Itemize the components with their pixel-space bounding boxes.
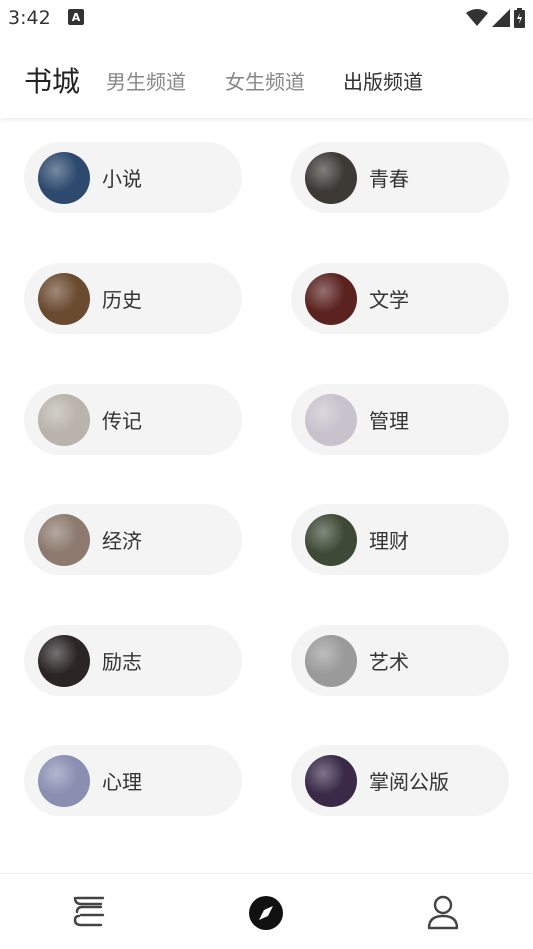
profile-icon [427,895,459,930]
top-header: 书城 男生频道 女生频道 出版频道 [0,36,533,118]
category-youth[interactable]: 青春 [291,142,509,213]
category-biography[interactable]: 传记 [24,384,242,455]
tab-bookstore[interactable]: 书城 [24,60,80,100]
category-label: 小说 [102,167,142,191]
category-grid: 小说 青春 历史 文学 传记 管理 经济 理财 励志 艺术 心理 掌阅公版 [0,119,533,873]
category-label: 励志 [102,650,142,674]
nav-discover[interactable] [248,894,284,932]
battery-icon [514,8,525,28]
status-time: 3:42 [8,7,51,29]
category-inspiration[interactable]: 励志 [24,625,242,696]
category-novel[interactable]: 小说 [24,142,242,213]
category-art[interactable]: 艺术 [291,625,509,696]
tab-female-channel[interactable]: 女生频道 [225,66,305,95]
compass-icon [249,896,283,930]
category-economy[interactable]: 经济 [24,504,242,575]
status-icons [466,7,525,29]
category-label: 掌阅公版 [369,770,449,794]
bookshelf-icon [73,896,105,927]
status-bar: 3:42 A [0,0,533,36]
nav-bookshelf[interactable] [71,894,107,932]
bottom-nav [0,873,533,949]
category-cover-image [305,272,357,325]
category-cover-image [38,513,90,566]
category-cover-image [38,272,90,325]
category-cover-image [38,151,90,204]
category-history[interactable]: 历史 [24,263,242,334]
category-cover-image [305,513,357,566]
category-management[interactable]: 管理 [291,384,509,455]
category-cover-image [305,151,357,204]
category-label: 心理 [102,770,142,794]
category-cover-image [305,634,357,687]
category-cover-image [305,393,357,446]
notification-icon: A [68,9,84,25]
category-label: 理财 [369,529,409,553]
category-label: 青春 [369,167,409,191]
tab-male-channel[interactable]: 男生频道 [106,66,186,95]
category-label: 管理 [369,409,409,433]
category-label: 艺术 [369,650,409,674]
signal-icon [492,9,510,27]
category-cover-image [38,393,90,446]
category-psychology[interactable]: 心理 [24,745,242,816]
category-label: 文学 [369,288,409,312]
category-label: 历史 [102,288,142,312]
category-cover-image [38,754,90,807]
category-cover-image [305,754,357,807]
category-label: 传记 [102,409,142,433]
category-public-domain[interactable]: 掌阅公版 [291,745,509,816]
category-cover-image [38,634,90,687]
category-label: 经济 [102,529,142,553]
category-literature[interactable]: 文学 [291,263,509,334]
category-finance[interactable]: 理财 [291,504,509,575]
nav-profile[interactable] [425,894,461,932]
tab-publish-channel[interactable]: 出版频道 [343,66,423,95]
wifi-icon [466,9,488,26]
